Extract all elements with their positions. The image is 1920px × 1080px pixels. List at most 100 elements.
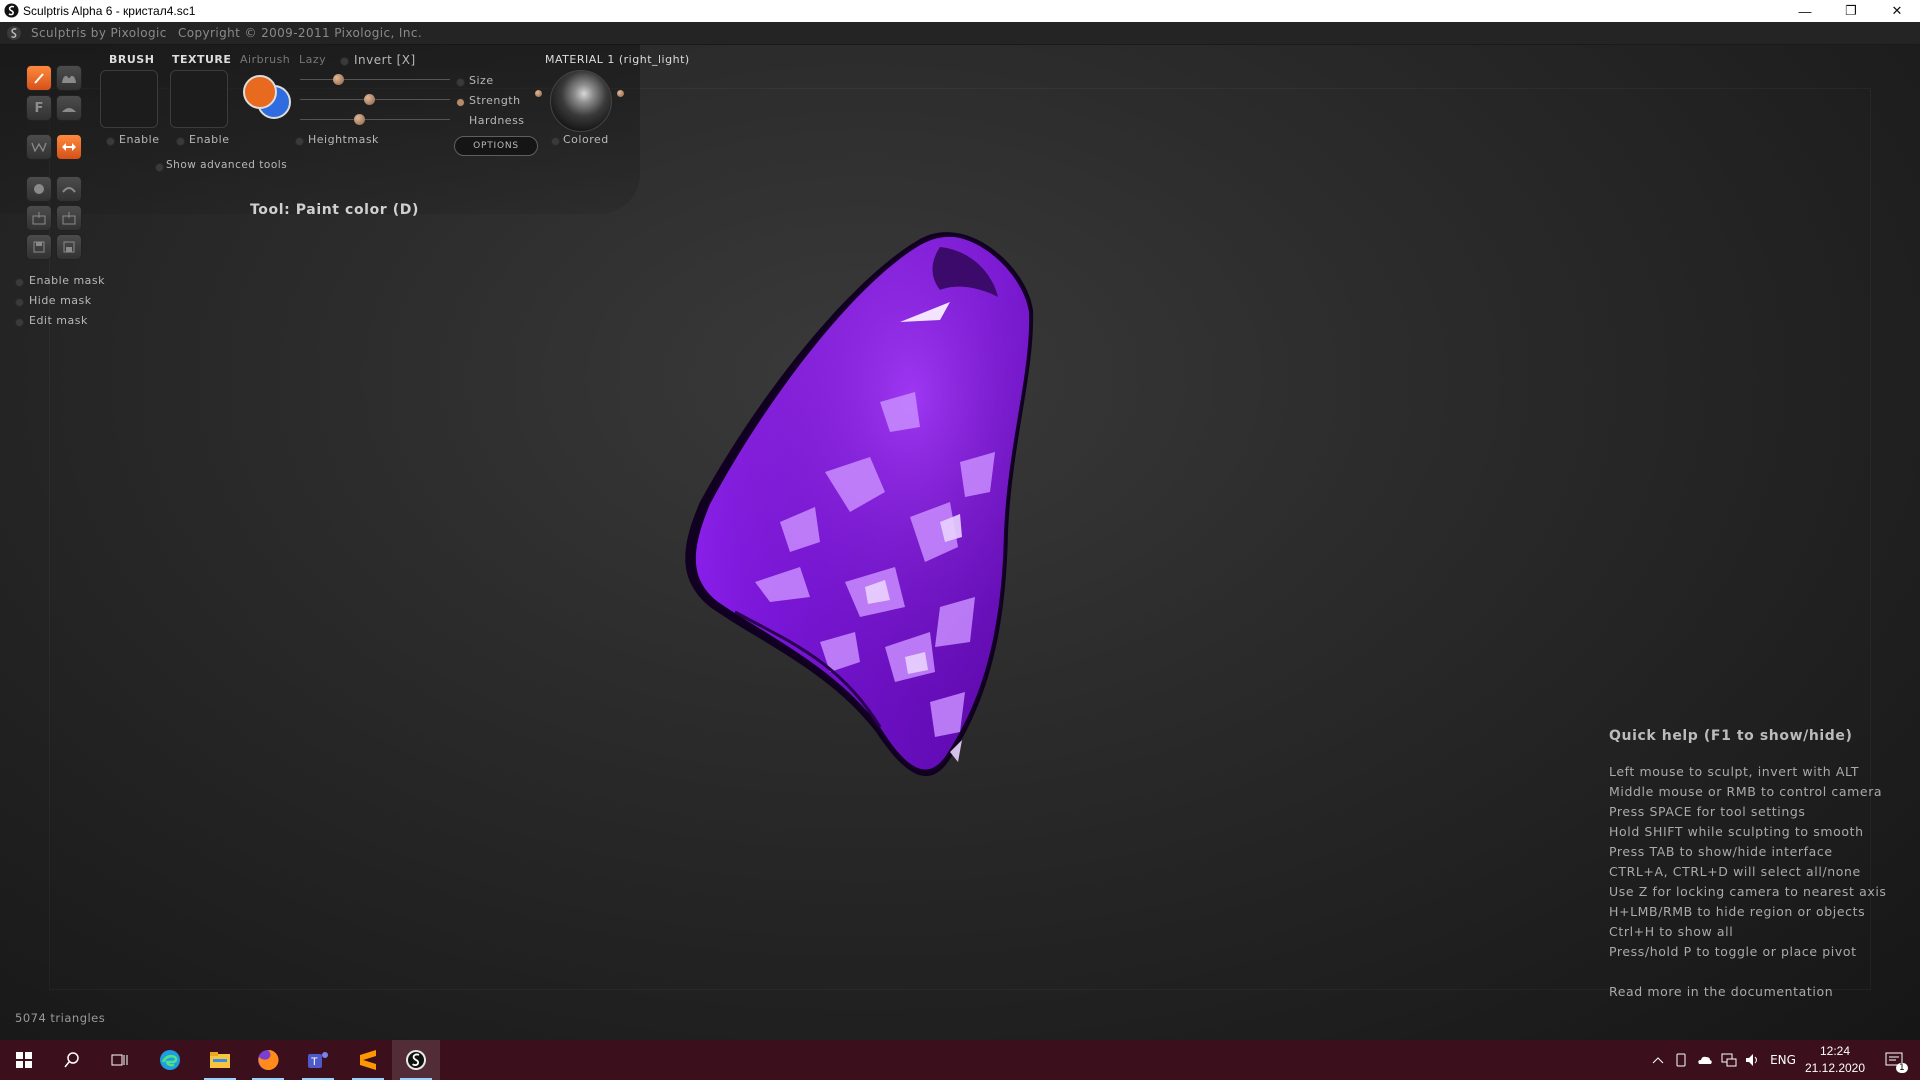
- wax-tool-button[interactable]: [26, 134, 52, 160]
- notifications-button[interactable]: 1: [1876, 1040, 1912, 1080]
- sculpted-crystal-model[interactable]: [640, 202, 1060, 802]
- task-view-button[interactable]: [96, 1040, 144, 1080]
- close-button[interactable]: ✕: [1874, 0, 1920, 22]
- network-icon[interactable]: [1718, 1040, 1740, 1080]
- airbrush-toggle[interactable]: Airbrush: [240, 53, 290, 66]
- brush-alpha-slot[interactable]: [100, 70, 158, 128]
- strength-label: Strength: [469, 94, 521, 107]
- scale-tool-button[interactable]: [56, 176, 82, 202]
- language-indicator[interactable]: ENG: [1766, 1040, 1800, 1080]
- documentation-link[interactable]: Read more in the documentation: [1609, 982, 1909, 1002]
- start-button[interactable]: [0, 1040, 48, 1080]
- grab-tool-button[interactable]: [56, 134, 82, 160]
- material-prev-dot[interactable]: [535, 90, 542, 97]
- edge-icon: [160, 1050, 180, 1070]
- tool-panel-background: [0, 44, 640, 214]
- draw-tool-button[interactable]: [26, 65, 52, 91]
- windows-start-icon: [16, 1052, 32, 1068]
- quick-help-line: Press SPACE for tool settings: [1609, 804, 1806, 819]
- size-radio[interactable]: [456, 78, 465, 87]
- file-explorer-taskbar-button[interactable]: [196, 1040, 244, 1080]
- size-slider-knob[interactable]: [332, 74, 344, 85]
- brush-enable-label[interactable]: Enable: [119, 133, 159, 146]
- app-brand: Sculptris by Pixologic: [31, 26, 167, 40]
- inflate-icon: [62, 108, 76, 112]
- minimize-button[interactable]: —: [1782, 0, 1828, 22]
- quick-help-line: Use Z for locking camera to nearest axis: [1609, 884, 1887, 899]
- quick-help-line: CTRL+A, CTRL+D will select all/none: [1609, 864, 1861, 879]
- enable-mask-label[interactable]: Enable mask: [29, 274, 105, 287]
- size-label: Size: [469, 74, 494, 87]
- sculptris-viewport[interactable]: Sculptris by Pixologic Copyright © 2009-…: [0, 22, 1920, 1040]
- onedrive-icon[interactable]: [1694, 1040, 1716, 1080]
- teams-taskbar-button[interactable]: T: [294, 1040, 342, 1080]
- edit-mask-label[interactable]: Edit mask: [29, 314, 88, 327]
- taskbar-clock[interactable]: 12:24 21.12.2020: [1800, 1043, 1870, 1077]
- volume-icon[interactable]: [1742, 1040, 1764, 1080]
- inflate-tool-button[interactable]: [56, 95, 82, 121]
- sculptris-taskbar-button[interactable]: [392, 1040, 440, 1080]
- app-copyright: Copyright © 2009-2011 Pixologic, Inc.: [178, 26, 423, 40]
- texture-slot[interactable]: [170, 70, 228, 128]
- colored-label[interactable]: Colored: [563, 133, 609, 146]
- sculptris-icon: [406, 1050, 426, 1070]
- enable-mask-radio[interactable]: [15, 278, 24, 287]
- show-advanced-label[interactable]: Show advanced tools: [166, 159, 287, 171]
- obj-import-icon: [32, 212, 46, 225]
- edge-taskbar-button[interactable]: [146, 1040, 194, 1080]
- save-button[interactable]: [26, 234, 52, 260]
- quick-help-line: Middle mouse or RMB to control camera: [1609, 784, 1883, 799]
- brush-heading: BRUSH: [109, 53, 155, 66]
- sublime-taskbar-button[interactable]: [344, 1040, 392, 1080]
- load-button[interactable]: [56, 234, 82, 260]
- scale-icon: [62, 187, 76, 193]
- obj-export-button[interactable]: [56, 205, 82, 231]
- size-slider-track[interactable]: [300, 79, 450, 80]
- heightmask-label[interactable]: Heightmask: [308, 133, 379, 146]
- task-view-icon: [111, 1054, 128, 1066]
- material-next-dot[interactable]: [617, 90, 624, 97]
- lazy-toggle[interactable]: Lazy: [299, 53, 326, 66]
- hide-mask-label[interactable]: Hide mask: [29, 294, 92, 307]
- sphere-tool-button[interactable]: [26, 176, 52, 202]
- hardness-slider-knob[interactable]: [353, 114, 365, 125]
- tray-chevron-icon[interactable]: [1648, 1040, 1668, 1080]
- strength-slider-knob[interactable]: [364, 94, 375, 105]
- edit-mask-radio[interactable]: [15, 318, 24, 327]
- crease-tool-button[interactable]: [56, 65, 82, 91]
- device-icon[interactable]: [1670, 1040, 1692, 1080]
- obj-import-button[interactable]: [26, 205, 52, 231]
- hardness-slider-track[interactable]: [300, 119, 450, 120]
- show-advanced-radio[interactable]: [155, 163, 164, 172]
- material-preview-sphere[interactable]: [550, 70, 612, 132]
- flatten-tool-button[interactable]: F: [26, 95, 52, 121]
- restore-button[interactable]: ❐: [1828, 0, 1874, 22]
- texture-enable-radio[interactable]: [176, 137, 185, 146]
- hide-mask-radio[interactable]: [15, 298, 24, 307]
- crease-icon: [62, 75, 76, 83]
- sphere-icon: [34, 184, 44, 194]
- invert-label[interactable]: Invert [X]: [354, 53, 416, 67]
- strength-radio[interactable]: [456, 98, 465, 107]
- quick-help-line: Press TAB to show/hide interface: [1609, 844, 1833, 859]
- pencil-icon: [34, 73, 44, 84]
- texture-enable-label[interactable]: Enable: [189, 133, 229, 146]
- firefox-taskbar-button[interactable]: [244, 1040, 292, 1080]
- material-label: MATERIAL 1 (right_light): [545, 53, 690, 66]
- options-button[interactable]: OPTIONS: [454, 136, 538, 156]
- primary-color-swatch[interactable]: [243, 75, 277, 109]
- strength-slider-track[interactable]: [300, 99, 450, 100]
- quick-help-line: Press/hold P to toggle or place pivot: [1609, 944, 1857, 959]
- brush-enable-radio[interactable]: [106, 137, 115, 146]
- quick-help-line: H+LMB/RMB to hide region or objects: [1609, 904, 1866, 919]
- search-button[interactable]: [48, 1040, 96, 1080]
- notification-count: 1: [1896, 1063, 1908, 1073]
- heightmask-radio[interactable]: [295, 137, 304, 146]
- quick-help-title: Quick help (F1 to show/hide): [1609, 728, 1853, 744]
- colored-radio[interactable]: [551, 137, 560, 146]
- sculptris-logo-icon: [7, 26, 21, 40]
- quick-help-line: Hold SHIFT while sculpting to smooth: [1609, 824, 1864, 839]
- invert-radio[interactable]: [340, 57, 349, 66]
- save-icon: [33, 241, 45, 253]
- clock-time: 12:24: [1819, 1044, 1851, 1058]
